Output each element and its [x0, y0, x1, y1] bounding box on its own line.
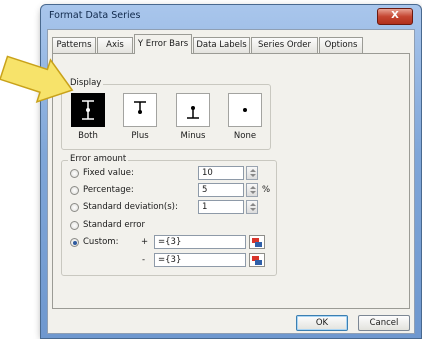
display-option-none[interactable]: [228, 93, 262, 127]
std-dev-label: Standard deviation(s):: [83, 202, 178, 212]
callout-arrow-icon: [0, 55, 74, 103]
display-label-none: None: [233, 131, 257, 141]
tab-series-order[interactable]: Series Order: [251, 37, 318, 53]
fixed-value-label: Fixed value:: [83, 168, 134, 178]
display-option-minus[interactable]: [176, 93, 210, 127]
display-label-both: Both: [78, 131, 98, 141]
std-dev-radio[interactable]: [70, 203, 79, 212]
error-amount-group: Error amount Fixed value: 10 Percentage:…: [61, 154, 277, 276]
tab-y-error-bars[interactable]: Y Error Bars: [134, 34, 192, 54]
std-error-radio[interactable]: [70, 221, 79, 230]
custom-plus-range-button[interactable]: [249, 235, 265, 249]
custom-plus-input[interactable]: ={3}: [154, 235, 246, 249]
tab-data-labels[interactable]: Data Labels: [193, 37, 250, 53]
error-bar-plus-icon: [134, 101, 146, 114]
ok-button[interactable]: OK: [296, 315, 348, 331]
custom-minus-sign: -: [142, 255, 146, 265]
custom-minus-range-button[interactable]: [249, 253, 265, 267]
title-bar[interactable]: Format Data Series X: [41, 5, 421, 27]
y-error-bars-panel: Display Both Plus Minus None Error amoun…: [52, 53, 410, 309]
percentage-radio[interactable]: [70, 186, 79, 195]
std-dev-input[interactable]: 1: [198, 200, 244, 214]
tab-options[interactable]: Options: [319, 37, 363, 53]
fixed-value-input[interactable]: 10: [198, 166, 244, 180]
tab-axis[interactable]: Axis: [97, 37, 133, 53]
format-data-series-dialog: Format Data Series X Patterns Axis Y Err…: [40, 4, 422, 339]
custom-plus-sign: +: [141, 237, 149, 247]
display-option-plus[interactable]: [123, 93, 157, 127]
error-bar-minus-icon: [187, 106, 199, 119]
dialog-body: Patterns Axis Y Error Bars Data Labels S…: [47, 29, 415, 334]
percentage-spinner[interactable]: [246, 183, 258, 197]
close-button[interactable]: X: [377, 8, 413, 25]
display-group: Display Both Plus Minus None: [61, 78, 271, 150]
display-label-minus: Minus: [180, 131, 206, 141]
custom-minus-input[interactable]: ={3}: [154, 253, 246, 267]
percentage-input[interactable]: 5: [198, 183, 244, 197]
error-amount-group-label: Error amount: [68, 154, 129, 164]
tab-patterns[interactable]: Patterns: [52, 37, 96, 53]
error-bar-none-icon: [243, 108, 247, 112]
display-label-plus: Plus: [131, 131, 149, 141]
percentage-label: Percentage:: [83, 185, 134, 195]
std-error-label: Standard error: [83, 220, 145, 230]
fixed-value-spinner[interactable]: [246, 166, 258, 180]
cancel-button[interactable]: Cancel: [358, 315, 410, 331]
std-dev-spinner[interactable]: [246, 200, 258, 214]
percentage-unit: %: [262, 185, 271, 195]
custom-label: Custom:: [83, 237, 119, 247]
dialog-title: Format Data Series: [49, 10, 141, 21]
fixed-value-radio[interactable]: [70, 169, 79, 178]
custom-radio[interactable]: [70, 238, 79, 247]
